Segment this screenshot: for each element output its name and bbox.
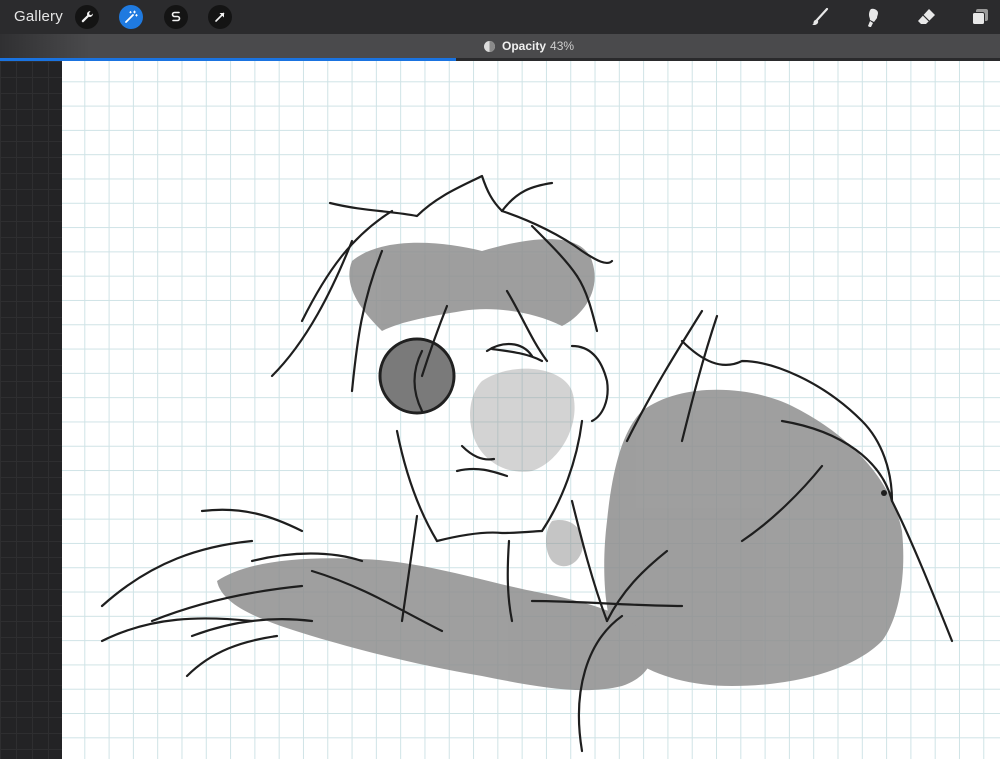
opacity-slider-bar[interactable]: Opacity 43% <box>0 34 1000 59</box>
drawing-canvas[interactable] <box>62 61 1000 759</box>
eraser-icon[interactable] <box>914 5 938 29</box>
gallery-button[interactable]: Gallery <box>14 8 63 25</box>
selection-s-icon[interactable] <box>164 5 188 29</box>
left-sidebar <box>0 61 62 759</box>
magic-wand-icon[interactable] <box>119 5 143 29</box>
opacity-icon <box>484 40 495 52</box>
transform-arrow-icon[interactable] <box>208 5 232 29</box>
layers-icon[interactable] <box>968 5 992 29</box>
opacity-bar-fade <box>0 34 90 59</box>
smudge-icon[interactable] <box>861 5 885 29</box>
opacity-readout: Opacity 43% <box>483 39 574 53</box>
opacity-label: Opacity <box>502 39 547 53</box>
wrench-icon[interactable] <box>75 5 99 29</box>
sketch-artwork <box>100 174 954 753</box>
brush-icon[interactable] <box>808 5 832 29</box>
opacity-value: 43% <box>550 39 575 53</box>
top-toolbar: Gallery <box>0 0 1000 34</box>
